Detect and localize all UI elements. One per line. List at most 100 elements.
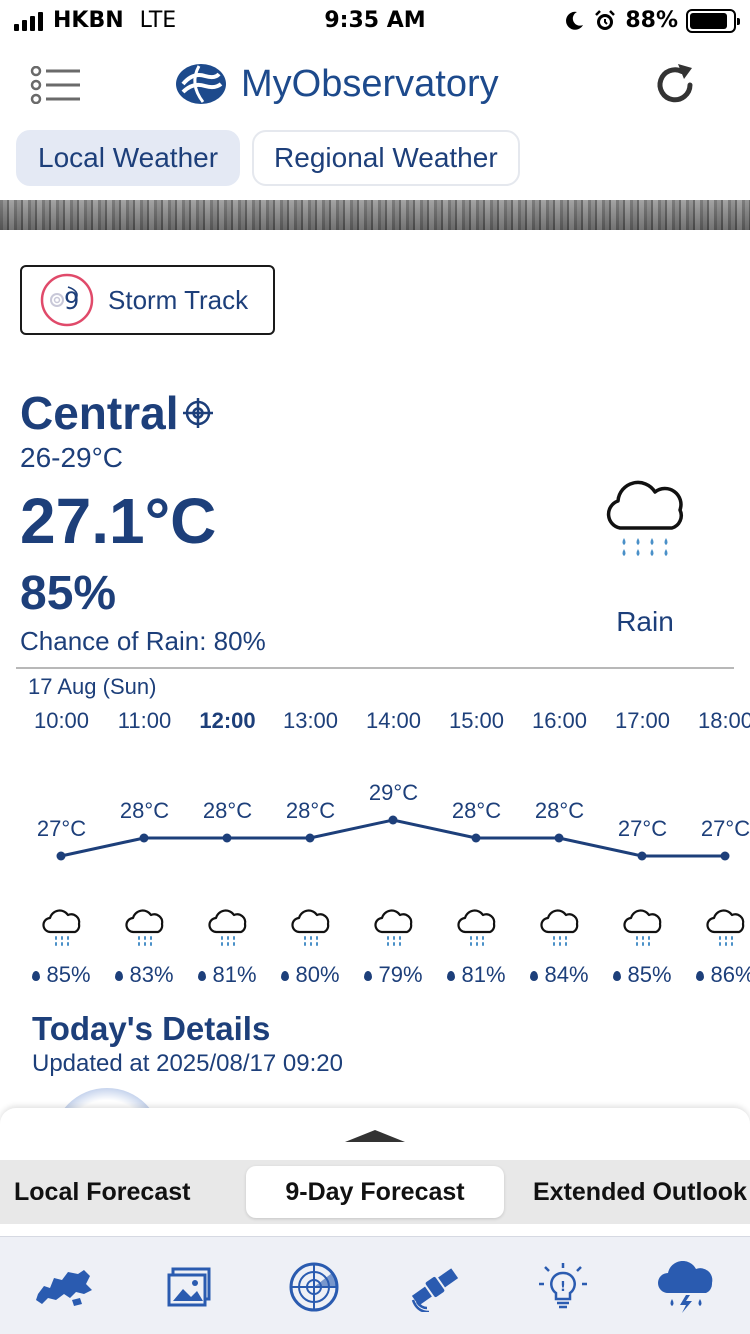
svg-text:9: 9 <box>64 287 79 315</box>
humidity-drop-icon <box>198 971 207 982</box>
radar-icon[interactable] <box>284 1259 344 1315</box>
rain-cloud-icon <box>125 909 164 946</box>
hourly-item: 12:00 28°C 81% <box>186 700 269 1000</box>
humidity-drop-icon <box>447 971 456 982</box>
hourly-humidity: 81% <box>435 962 518 988</box>
rain-cloud-icon <box>540 909 579 946</box>
weather-condition: Rain <box>616 606 674 637</box>
weather-photo-banner <box>0 200 750 230</box>
storm-track-button[interactable]: 9 Storm Track <box>20 265 275 335</box>
moon-icon <box>566 11 584 30</box>
hourly-time: 16:00 <box>531 708 588 733</box>
hourly-humidity-value: 85% <box>627 962 672 987</box>
hourly-humidity-value: 83% <box>129 962 174 987</box>
rain-cloud-icon <box>42 909 81 946</box>
tab-regional-weather[interactable]: Regional Weather <box>252 130 520 186</box>
hourly-time: 10:00 <box>33 708 90 733</box>
hourly-humidity-value: 80% <box>295 962 340 987</box>
hourly-humidity-value: 81% <box>212 962 257 987</box>
hourly-humidity-value: 84% <box>544 962 589 987</box>
app-header: MyObservatory <box>0 50 750 120</box>
hourly-humidity: 85% <box>601 962 684 988</box>
temperature-range: 26-29°C <box>20 442 124 473</box>
hourly-item: 17:00 27°C 85% <box>601 700 684 1000</box>
status-right: 88% <box>563 8 740 33</box>
tab-local-weather[interactable]: Local Weather <box>16 130 241 186</box>
hko-logo-icon <box>176 64 226 104</box>
image-gallery-icon[interactable] <box>159 1259 219 1315</box>
rain-chance: Chance of Rain: 80% <box>20 626 266 656</box>
hourly-time: 18:00 <box>697 708 750 733</box>
forecast-bottom-sheet: Local Forecast 9-Day Forecast Extended O… <box>0 1108 750 1334</box>
hourly-humidity: 83% <box>103 962 186 988</box>
weather-tabs: Local Weather Regional Weather <box>16 130 520 186</box>
battery-icon <box>686 8 740 33</box>
rain-cloud-icon <box>623 909 662 946</box>
humidity-drop-icon <box>364 971 373 982</box>
hourly-time: 17:00 <box>614 708 671 733</box>
tab-9-day-forecast[interactable]: 9-Day Forecast <box>246 1166 504 1218</box>
status-bar: HKBN LTE 9:35 AM 88% <box>0 0 750 40</box>
storm-track-label: Storm Track <box>108 284 249 315</box>
location-target-icon[interactable] <box>182 397 214 429</box>
humidity-drop-icon <box>696 971 705 982</box>
hourly-temperature: 27°C <box>617 816 668 841</box>
current-temperature: 27.1°C <box>20 485 217 557</box>
refresh-icon[interactable] <box>652 62 698 108</box>
hourly-temperature: 28°C <box>202 798 253 823</box>
hourly-item: 10:00 27°C 85% <box>20 700 103 1000</box>
menu-button[interactable] <box>30 66 82 104</box>
bottom-nav: ! <box>0 1236 750 1334</box>
hourly-temperature: 28°C <box>119 798 170 823</box>
rain-cloud-icon <box>374 909 413 946</box>
station-name[interactable]: Central <box>20 386 214 440</box>
hourly-time: 13:00 <box>282 708 339 733</box>
hourly-temperature: 27°C <box>36 816 87 841</box>
current-humidity: 85% <box>20 567 117 620</box>
thunderstorm-warning-icon[interactable] <box>656 1259 716 1315</box>
rain-cloud-icon <box>706 909 745 946</box>
hourly-humidity: 80% <box>269 962 352 988</box>
hourly-item: 13:00 28°C 80% <box>269 700 352 1000</box>
humidity-drop-icon <box>32 971 41 982</box>
hourly-humidity: 86% <box>684 962 750 988</box>
satellite-icon[interactable] <box>405 1259 465 1315</box>
details-updated-time: Updated at 2025/08/17 09:20 <box>32 1050 343 1077</box>
hourly-time: 12:00 <box>199 708 256 733</box>
hourly-item: 14:00 29°C 79% <box>352 700 435 1000</box>
uv-index-icon[interactable]: ! <box>533 1259 593 1315</box>
hourly-humidity: 84% <box>518 962 601 988</box>
rain-cloud-icon <box>291 909 330 946</box>
hourly-item: 18:00 27°C 86% <box>684 700 750 1000</box>
rain-cloud-icon <box>208 909 247 946</box>
hourly-forecast[interactable]: 10:00 27°C 85% 11:00 28°C 83% 12:00 28°C 81% 13:0… <box>0 700 750 1000</box>
hourly-item: 15:00 28°C 81% <box>435 700 518 1000</box>
sheet-handle-icon[interactable] <box>343 1128 407 1144</box>
alarm-icon <box>595 9 616 30</box>
battery-fill <box>690 12 727 29</box>
app-title-text: MyObservatory <box>241 62 499 105</box>
humidity-drop-icon <box>115 971 124 982</box>
hourly-date: 17 Aug (Sun) <box>28 674 157 699</box>
hourly-humidity-value: 86% <box>710 962 750 987</box>
tab-local-forecast[interactable]: Local Forecast <box>14 1166 190 1218</box>
humidity-drop-icon <box>281 971 290 982</box>
hourly-humidity: 85% <box>20 962 103 988</box>
typhoon-signal-icon: 9 <box>40 273 94 327</box>
humidity-drop-icon <box>530 971 539 982</box>
forecast-tabs: Local Forecast 9-Day Forecast Extended O… <box>0 1160 750 1224</box>
hourly-humidity-value: 81% <box>461 962 506 987</box>
hourly-humidity-value: 79% <box>378 962 423 987</box>
hourly-item: 11:00 28°C 83% <box>103 700 186 1000</box>
tab-extended-outlook[interactable]: Extended Outlook <box>533 1166 747 1218</box>
battery-percent: 88% <box>625 8 678 33</box>
rain-cloud-icon <box>606 480 683 556</box>
humidity-drop-icon <box>613 971 622 982</box>
hourly-temperature: 28°C <box>285 798 336 823</box>
hourly-humidity: 81% <box>186 962 269 988</box>
svg-text:!: ! <box>560 1280 566 1295</box>
hourly-temperature: 27°C <box>700 816 750 841</box>
hourly-humidity: 79% <box>352 962 435 988</box>
hong-kong-map-icon[interactable] <box>34 1259 94 1315</box>
details-title: Today's Details <box>32 1010 271 1047</box>
